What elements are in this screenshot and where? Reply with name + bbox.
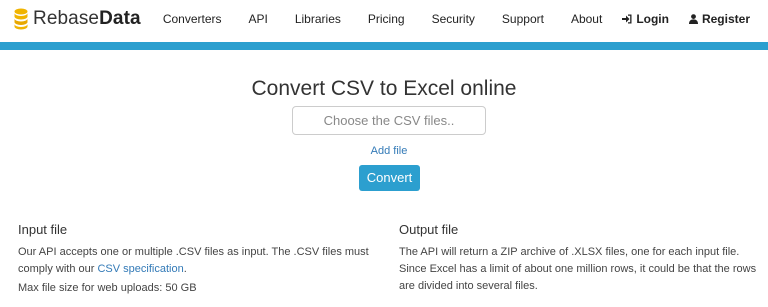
page-title: Convert CSV to Excel online	[251, 77, 517, 100]
output-file-description: The API will return a ZIP archive of .XL…	[399, 246, 757, 292]
brand-name: RebaseData	[33, 8, 141, 29]
sign-in-icon	[622, 14, 632, 24]
login-label: Login	[636, 12, 669, 26]
nav-libraries[interactable]: Libraries	[295, 12, 341, 26]
input-file-description: Our API accepts one or multiple .CSV fil…	[18, 246, 369, 275]
input-file-heading: Input file	[18, 222, 68, 237]
csv-specification-link[interactable]: CSV specification	[97, 263, 183, 275]
nav-support[interactable]: Support	[502, 12, 544, 26]
login-link[interactable]: Login	[622, 12, 669, 26]
nav-security[interactable]: Security	[432, 12, 475, 26]
file-chooser[interactable]: Choose the CSV files..	[292, 106, 486, 135]
convert-button[interactable]: Convert	[359, 165, 420, 191]
output-file-heading: Output file	[399, 222, 459, 237]
nav-about[interactable]: About	[571, 12, 602, 26]
max-file-size: Max file size for web uploads: 50 GB	[18, 282, 197, 294]
register-label: Register	[701, 12, 750, 26]
nav-converters[interactable]: Converters	[163, 12, 222, 26]
main-nav: Converters API Libraries Pricing Securit…	[163, 12, 750, 26]
navbar: RebaseData Converters API Libraries Pric…	[0, 0, 768, 42]
nav-api[interactable]: API	[249, 12, 268, 26]
database-icon	[14, 8, 28, 30]
register-link[interactable]: Register	[688, 12, 750, 26]
user-icon	[688, 14, 698, 24]
accent-bar	[0, 42, 768, 50]
add-file-link[interactable]: Add file	[0, 145, 768, 157]
nav-pricing[interactable]: Pricing	[368, 12, 405, 26]
brand-logo[interactable]: RebaseData	[14, 8, 141, 30]
